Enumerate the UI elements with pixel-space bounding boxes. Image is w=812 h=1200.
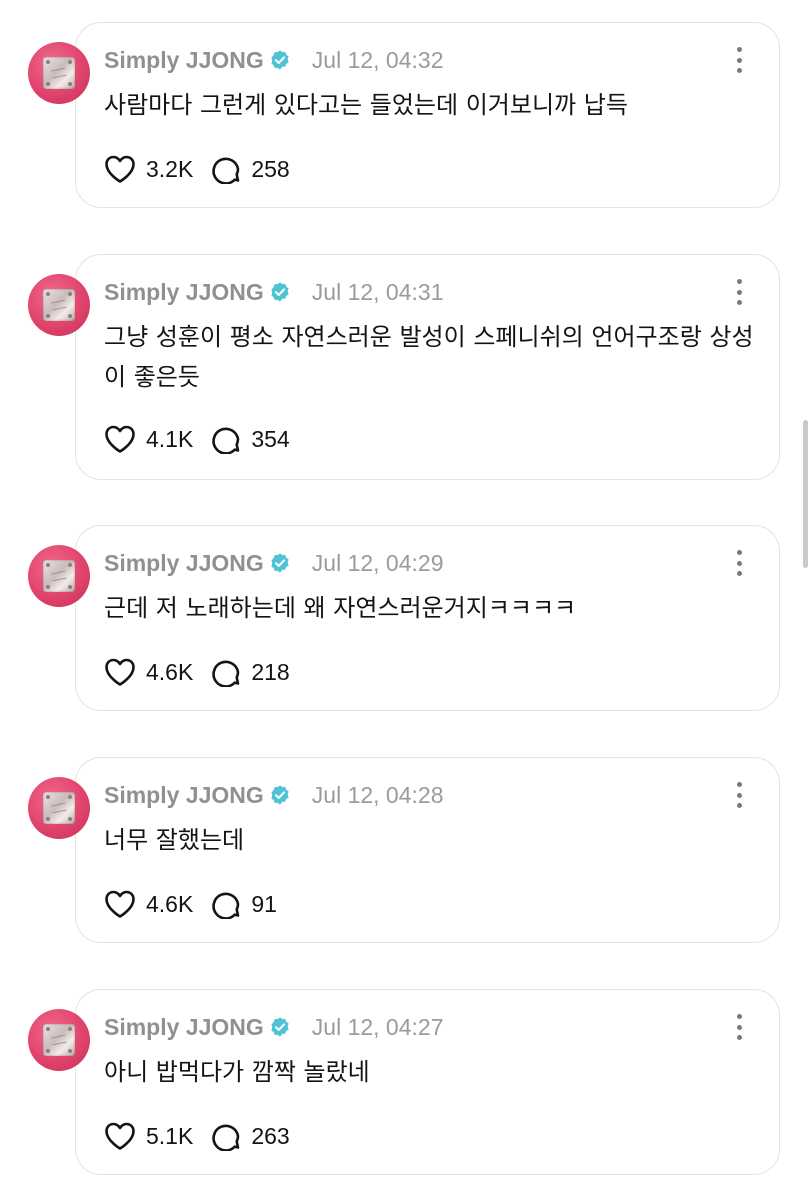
comment-bubble-icon (212, 427, 240, 454)
post-header: Simply JJONG Jul 12, 04:31 (104, 275, 444, 309)
comment-bubble-icon (212, 892, 240, 919)
like-count: 3.2K (146, 155, 194, 182)
author-avatar[interactable] (28, 1009, 90, 1071)
post-header: Simply JJONG Jul 12, 04:29 (104, 546, 444, 580)
verified-badge-icon (271, 50, 289, 70)
like-button[interactable]: 3.2K (104, 154, 193, 184)
author-name[interactable]: Simply JJONG (104, 782, 264, 809)
author-name[interactable]: Simply JJONG (104, 550, 264, 577)
post-actions: 3.2K 258 (104, 152, 290, 186)
verified-badge-icon (271, 282, 289, 302)
verified-badge-icon (271, 553, 289, 573)
like-count: 4.1K (146, 425, 194, 452)
more-options-icon[interactable] (730, 47, 748, 73)
reply-count: 263 (251, 1122, 290, 1149)
heart-icon (105, 155, 135, 183)
like-button[interactable]: 4.6K (104, 889, 193, 919)
post-text: 너무 잘했는데 (104, 826, 245, 854)
heart-icon (105, 890, 135, 918)
author-name[interactable]: Simply JJONG (104, 279, 264, 306)
heart-icon (105, 658, 135, 686)
author-name[interactable]: Simply JJONG (104, 47, 264, 74)
comment-bubble-icon (212, 157, 240, 184)
post-timestamp: Jul 12, 04:27 (311, 1013, 444, 1040)
post-header: Simply JJONG Jul 12, 04:27 (104, 1010, 444, 1044)
avatar-guitar-plate-image (43, 560, 75, 592)
more-options-icon[interactable] (730, 550, 748, 576)
post-card[interactable]: Simply JJONG Jul 12, 04:29 근데 저 노래하는데 왜 … (75, 525, 780, 711)
like-button[interactable]: 4.1K (104, 424, 193, 454)
more-options-icon[interactable] (730, 782, 748, 808)
reply-count: 258 (251, 155, 290, 182)
heart-icon (105, 1122, 135, 1150)
reply-button[interactable]: 218 (211, 657, 290, 687)
post-text: 그냥 성훈이 평소 자연스러운 발성이 스페니쉬의 언어구조랑 상성이 좋은듯 (104, 323, 754, 391)
like-count: 4.6K (146, 890, 194, 917)
reply-count: 218 (251, 658, 290, 685)
comment-bubble-icon (212, 660, 240, 687)
reply-button[interactable]: 263 (211, 1121, 290, 1151)
post-text: 근데 저 노래하는데 왜 자연스러운거지ㅋㅋㅋㅋ (104, 594, 577, 622)
avatar-guitar-plate-image (43, 1024, 75, 1056)
post-card[interactable]: Simply JJONG Jul 12, 04:31 그냥 성훈이 평소 자연스… (75, 254, 780, 480)
post-actions: 4.1K 354 (104, 422, 290, 456)
more-options-icon[interactable] (730, 279, 748, 305)
reply-count: 91 (251, 890, 277, 917)
author-avatar[interactable] (28, 545, 90, 607)
avatar-guitar-plate-image (43, 792, 75, 824)
author-avatar[interactable] (28, 274, 90, 336)
like-button[interactable]: 5.1K (104, 1121, 193, 1151)
more-options-icon[interactable] (730, 1014, 748, 1040)
author-avatar[interactable] (28, 42, 90, 104)
like-button[interactable]: 4.6K (104, 657, 193, 687)
avatar-guitar-plate-image (43, 57, 75, 89)
like-count: 4.6K (146, 658, 194, 685)
verified-badge-icon (271, 1017, 289, 1037)
reply-count: 354 (251, 425, 290, 452)
author-avatar[interactable] (28, 777, 90, 839)
like-count: 5.1K (146, 1122, 194, 1149)
post-timestamp: Jul 12, 04:32 (311, 46, 444, 73)
post-timestamp: Jul 12, 04:28 (311, 781, 444, 808)
reply-button[interactable]: 354 (211, 424, 290, 454)
post-text: 사람마다 그런게 있다고는 들었는데 이거보니까 납득 (104, 91, 628, 119)
post-actions: 4.6K 91 (104, 887, 277, 921)
post-card[interactable]: Simply JJONG Jul 12, 04:28 너무 잘했는데 4.6K … (75, 757, 780, 943)
thread-feed: Simply JJONG Jul 12, 04:32 사람마다 그런게 있다고는… (0, 0, 812, 1200)
avatar-guitar-plate-image (43, 289, 75, 321)
post-actions: 4.6K 218 (104, 655, 290, 689)
post-card[interactable]: Simply JJONG Jul 12, 04:32 사람마다 그런게 있다고는… (75, 22, 780, 208)
post-actions: 5.1K 263 (104, 1119, 290, 1153)
reply-button[interactable]: 258 (211, 154, 290, 184)
post-timestamp: Jul 12, 04:29 (311, 549, 444, 576)
post-header: Simply JJONG Jul 12, 04:32 (104, 43, 444, 77)
author-name[interactable]: Simply JJONG (104, 1014, 264, 1041)
post-card[interactable]: Simply JJONG Jul 12, 04:27 아니 밥먹다가 깜짝 놀랐… (75, 989, 780, 1175)
verified-badge-icon (271, 785, 289, 805)
post-text: 아니 밥먹다가 깜짝 놀랐네 (104, 1058, 370, 1086)
heart-icon (105, 425, 135, 453)
reply-button[interactable]: 91 (211, 889, 277, 919)
comment-bubble-icon (212, 1124, 240, 1151)
scrollbar[interactable] (803, 420, 808, 568)
post-timestamp: Jul 12, 04:31 (311, 278, 444, 305)
post-header: Simply JJONG Jul 12, 04:28 (104, 778, 444, 812)
